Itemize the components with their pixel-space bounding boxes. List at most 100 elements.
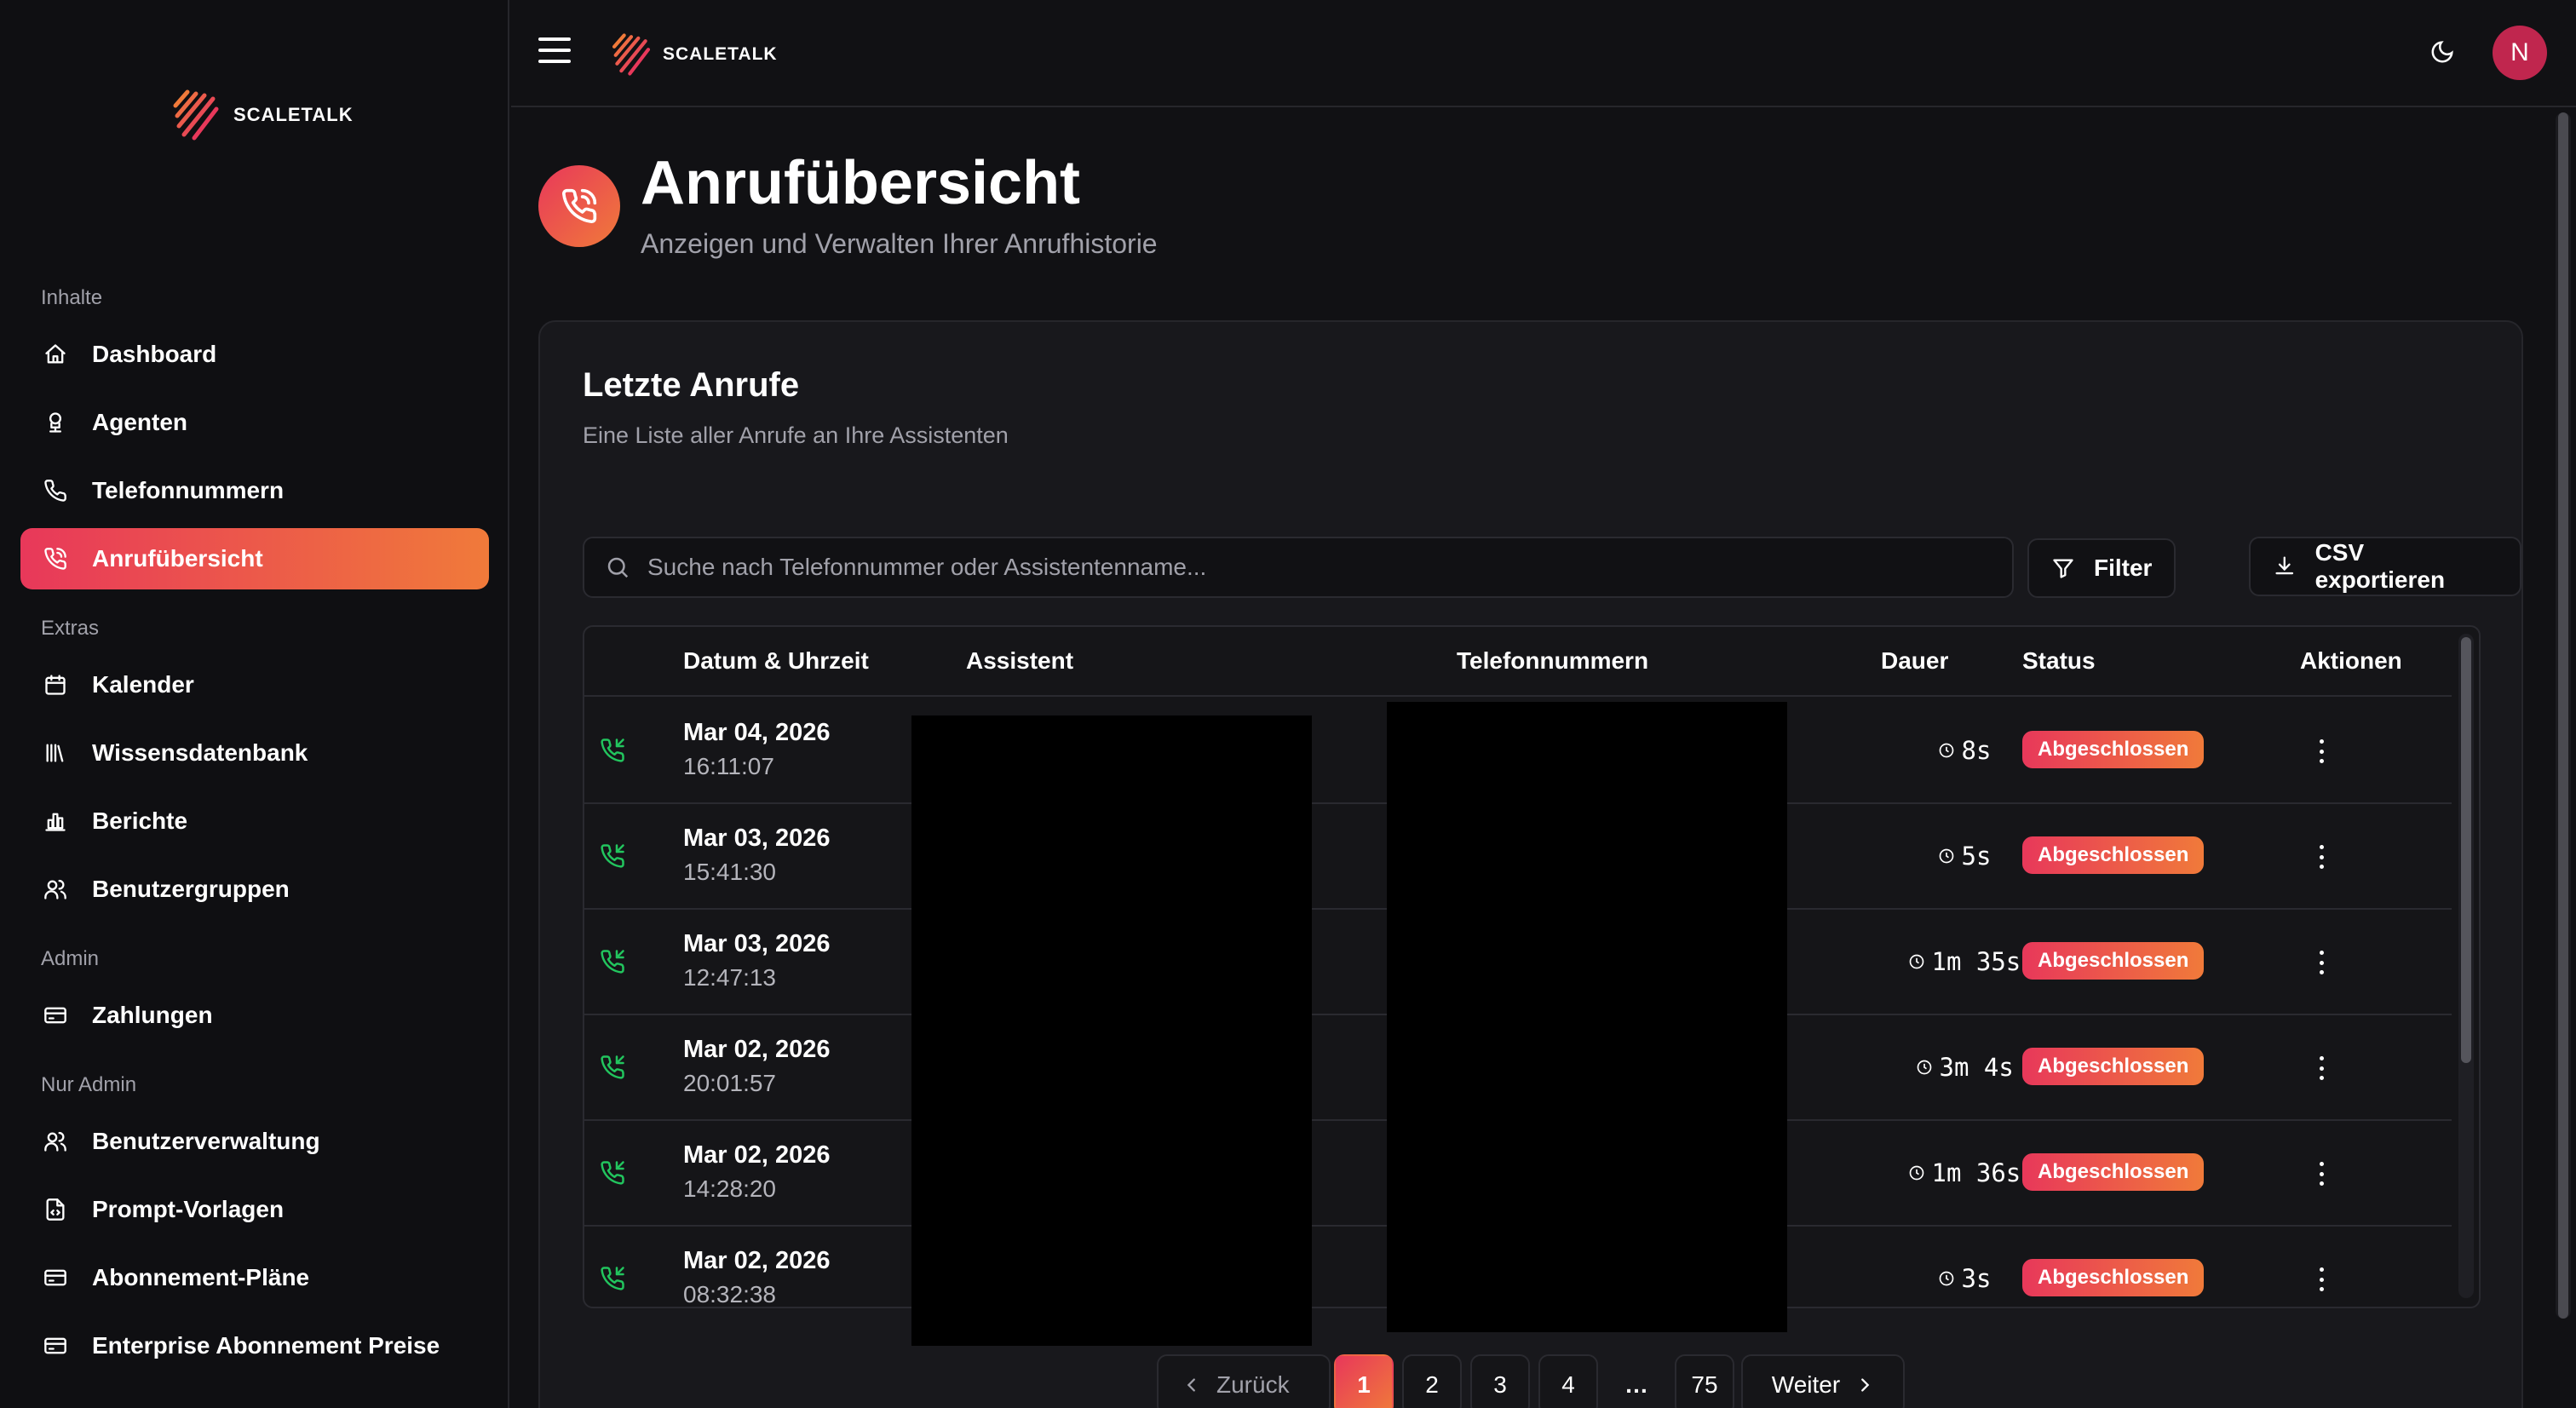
row-actions-icon[interactable] [2317, 1157, 2326, 1191]
call-date: Mar 02, 2026 [683, 1036, 831, 1063]
pagination-page-last[interactable]: 75 [1675, 1354, 1734, 1408]
pagination-prev-button[interactable]: Zurück [1157, 1354, 1331, 1408]
menu-toggle-icon[interactable] [538, 37, 571, 66]
sidebar-item[interactable]: Wissensdatenbank [20, 722, 489, 784]
chevron-left-icon [1187, 1378, 1195, 1392]
pagination-page-2[interactable]: 2 [1402, 1354, 1462, 1408]
scaletalk-logo-icon [612, 33, 651, 76]
incoming-call-icon [600, 738, 625, 763]
search-input[interactable] [647, 554, 1976, 581]
sidebar-item[interactable]: Prompt-Vorlagen [20, 1179, 489, 1240]
row-actions-icon[interactable] [2317, 840, 2326, 874]
sidebar: SCALETALK Inhalte Dashboard Agenten Telefon… [0, 0, 509, 1408]
call-time: 20:01:57 [683, 1070, 776, 1096]
phone-icon [43, 478, 68, 503]
call-duration-value: 1m 36s [1931, 1158, 2021, 1187]
clock-icon [1939, 743, 1953, 758]
call-time: 14:28:20 [683, 1175, 776, 1202]
pagination-page-3[interactable]: 3 [1470, 1354, 1530, 1408]
page-phone-call-icon [538, 165, 620, 247]
top-header: SCALETALK N [511, 0, 2576, 107]
sidebar-item-label: Abonnement-Pläne [92, 1264, 310, 1290]
sidebar-item-label: Anrufübersicht [92, 545, 263, 572]
sidebar-item-label: Enterprise Abonnement Preise [92, 1332, 440, 1359]
search-icon [607, 557, 629, 578]
table-scrollbar[interactable] [2458, 634, 2474, 1298]
brand-name: SCALETALK [233, 104, 354, 125]
header-logo[interactable]: SCALETALK [610, 31, 778, 78]
call-duration: 1m 36s [1908, 1158, 2021, 1187]
search-field[interactable] [583, 537, 2014, 598]
column-datetime[interactable]: Datum & Uhrzeit [683, 647, 869, 675]
scaletalk-logo-icon [173, 89, 219, 141]
filter-button[interactable]: Filter [2027, 538, 2176, 598]
sidebar-item[interactable]: Agenten [20, 392, 489, 453]
sidebar-item[interactable]: Zahlungen [20, 985, 489, 1046]
redacted-phone-column [1387, 702, 1787, 1332]
status-badge: Abgeschlossen [2022, 1048, 2205, 1085]
phone-call-icon [43, 546, 68, 572]
call-date: Mar 02, 2026 [683, 1141, 831, 1169]
sidebar-item[interactable]: Anrufübersicht [20, 528, 489, 589]
pagination-page-4[interactable]: 4 [1538, 1354, 1598, 1408]
pagination-prev-label: Zurück [1216, 1371, 1290, 1398]
calendar-icon [43, 672, 68, 698]
call-time: 12:47:13 [683, 964, 776, 991]
clock-icon [1909, 954, 1923, 969]
filter-label: Filter [2094, 555, 2153, 581]
incoming-call-icon [600, 1266, 625, 1291]
row-actions-icon[interactable] [2317, 1051, 2326, 1085]
sidebar-section-label: Admin [41, 947, 100, 970]
sidebar-item-label: Benutzergruppen [92, 876, 290, 902]
sidebar-item-label: Telefonnummern [92, 477, 285, 503]
call-duration: 1m 35s [1908, 947, 2021, 976]
csv-export-button[interactable]: CSV exportieren [2249, 537, 2521, 596]
theme-toggle-moon-icon[interactable] [2429, 39, 2455, 65]
sidebar-logo[interactable]: SCALETALK [170, 87, 354, 143]
card-title: Letzte Anrufe [583, 366, 800, 404]
sidebar-item-label: Prompt-Vorlagen [92, 1196, 285, 1222]
page-scrollbar[interactable] [2556, 112, 2571, 1319]
column-duration[interactable]: Dauer [1881, 647, 1948, 675]
call-duration-value: 8s [1961, 736, 1992, 765]
sidebar-section-label: Extras [41, 617, 100, 640]
row-actions-icon[interactable] [2317, 734, 2326, 768]
sidebar-section-label: Nur Admin [41, 1073, 137, 1096]
card-subtitle: Eine Liste aller Anrufe an Ihre Assisten… [583, 422, 1009, 448]
sidebar-section-label: Inhalte [41, 286, 103, 309]
sidebar-item[interactable]: Berichte [20, 790, 489, 852]
status-badge: Abgeschlossen [2022, 1153, 2205, 1191]
row-actions-icon[interactable] [2317, 1262, 2326, 1296]
library-icon [43, 740, 68, 766]
sidebar-item-label: Zahlungen [92, 1002, 213, 1028]
pagination-next-label: Weiter [1771, 1371, 1841, 1398]
column-assistant[interactable]: Assistent [966, 647, 1073, 675]
clock-icon [1909, 1165, 1923, 1181]
row-actions-icon[interactable] [2317, 945, 2326, 980]
call-duration-value: 3s [1961, 1264, 1992, 1293]
pagination-page-1[interactable]: 1 [1334, 1354, 1394, 1408]
chevron-right-icon [1861, 1378, 1870, 1392]
user-avatar[interactable]: N [2493, 26, 2547, 80]
call-duration-value: 1m 35s [1931, 947, 2021, 976]
users-icon [43, 1129, 68, 1154]
status-badge: Abgeschlossen [2022, 942, 2205, 980]
sidebar-item[interactable]: Kalender [20, 654, 489, 715]
sidebar-item-label: Berichte [92, 807, 188, 834]
sidebar-item[interactable]: Benutzergruppen [20, 859, 489, 920]
sidebar-item-label: Wissensdatenbank [92, 739, 308, 766]
sidebar-item[interactable]: Dashboard [20, 324, 489, 385]
call-time: 16:11:07 [683, 753, 774, 779]
column-phone[interactable]: Telefonnummern [1457, 647, 1648, 675]
sidebar-item[interactable]: Benutzerverwaltung [20, 1111, 489, 1172]
sidebar-item[interactable]: Telefonnummern [20, 460, 489, 521]
sidebar-item[interactable]: Abonnement-Pläne [20, 1247, 489, 1308]
download-icon [2275, 556, 2294, 575]
filter-icon [2053, 559, 2073, 578]
sidebar-item[interactable]: Enterprise Abonnement Preise [20, 1315, 489, 1376]
sidebar-item-label: Agenten [92, 409, 187, 435]
pagination-next-button[interactable]: Weiter [1741, 1354, 1905, 1408]
bar-chart-icon [43, 808, 68, 834]
incoming-call-icon [600, 1055, 625, 1080]
clock-icon [1939, 1271, 1953, 1286]
